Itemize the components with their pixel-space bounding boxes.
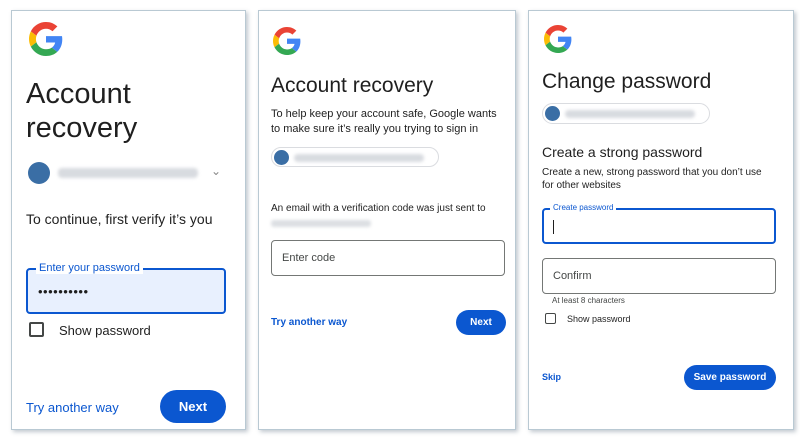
code-input[interactable]: Enter code bbox=[271, 240, 505, 276]
create-password-label: Create password bbox=[550, 203, 617, 212]
try-another-way-link[interactable]: Try another way bbox=[271, 317, 347, 328]
show-password-checkbox[interactable] bbox=[545, 313, 556, 324]
description: To help keep your account safe, Google w… bbox=[271, 108, 497, 135]
google-g-logo-icon bbox=[273, 27, 301, 55]
password-field-label: Enter your password bbox=[36, 262, 143, 274]
description: Create a new, strong password that you d… bbox=[542, 167, 762, 191]
page-title: Change password bbox=[542, 70, 712, 93]
account-email-redacted bbox=[294, 154, 424, 162]
avatar bbox=[545, 106, 560, 121]
chevron-down-icon: ⌄ bbox=[211, 164, 222, 178]
code-input-placeholder: Enter code bbox=[282, 252, 336, 264]
text-cursor bbox=[553, 220, 554, 234]
show-password-label: Show password bbox=[59, 323, 151, 338]
account-email-redacted bbox=[58, 168, 198, 178]
save-password-button[interactable]: Save password bbox=[684, 365, 776, 390]
try-another-way-link[interactable]: Try another way bbox=[26, 400, 119, 415]
show-password-checkbox[interactable] bbox=[29, 322, 44, 337]
skip-link[interactable]: Skip bbox=[542, 372, 561, 382]
panel-password-verify: Account recovery ⌄ To continue, first ve… bbox=[11, 10, 246, 430]
password-value: •••••••••• bbox=[38, 284, 89, 299]
panel-change-password: Change password Create a strong password… bbox=[528, 10, 794, 430]
avatar bbox=[274, 150, 289, 165]
subtitle: To continue, first verify it’s you bbox=[26, 211, 213, 227]
section-title: Create a strong password bbox=[542, 144, 703, 160]
next-button[interactable]: Next bbox=[456, 310, 506, 335]
show-password-label: Show password bbox=[567, 314, 631, 324]
google-g-logo-icon bbox=[29, 22, 63, 56]
sent-text: An email with a verification code was ju… bbox=[271, 203, 486, 214]
confirm-password-field[interactable]: Confirm bbox=[542, 258, 776, 294]
create-password-field[interactable]: Create password bbox=[542, 203, 776, 244]
account-chip[interactable] bbox=[271, 147, 439, 167]
page-title: Account recovery bbox=[26, 78, 138, 144]
page-title: Account recovery bbox=[271, 74, 434, 97]
next-button[interactable]: Next bbox=[160, 390, 226, 423]
account-chip[interactable] bbox=[542, 103, 710, 124]
avatar bbox=[28, 162, 50, 184]
password-field[interactable]: Enter your password •••••••••• bbox=[26, 262, 226, 314]
confirm-placeholder: Confirm bbox=[553, 270, 592, 282]
account-email-redacted bbox=[565, 110, 695, 118]
email-redacted bbox=[271, 220, 371, 227]
google-g-logo-icon bbox=[544, 25, 572, 53]
panel-verification-code: Account recovery To help keep your accou… bbox=[258, 10, 516, 430]
account-chip[interactable]: ⌄ bbox=[26, 158, 224, 188]
password-hint: At least 8 characters bbox=[552, 296, 625, 305]
